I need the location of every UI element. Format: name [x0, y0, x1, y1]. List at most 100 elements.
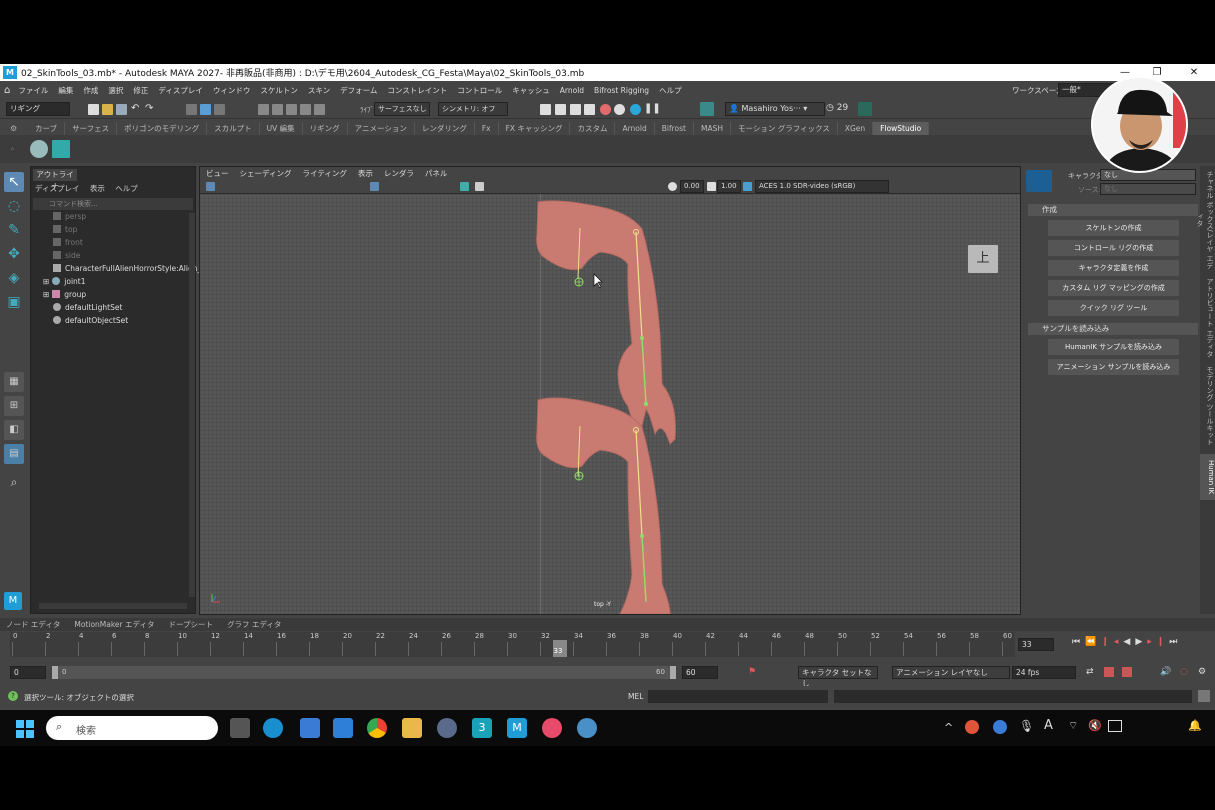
exposure-field[interactable]: 0.00 — [680, 180, 704, 193]
select-tool-icon[interactable]: ↖ — [4, 172, 24, 192]
outliner-item-joint1[interactable]: ⊞ joint1 — [43, 276, 86, 288]
shelf-tab-uv-editing[interactable]: UV 編集 — [260, 122, 303, 135]
viewport-menu-panels[interactable]: パネル — [425, 168, 448, 179]
taskbar-search-box[interactable]: ⌕ 検索 — [46, 716, 218, 740]
render-view-icon[interactable] — [614, 104, 625, 115]
maya-home-icon[interactable]: M — [4, 592, 22, 610]
outliner-item-group[interactable]: ⊞ group — [43, 289, 86, 301]
menu-deform[interactable]: デフォーム — [340, 85, 377, 96]
cache-icon[interactable]: ◌ — [1180, 667, 1188, 677]
range-end-handle[interactable] — [670, 666, 676, 679]
close-button[interactable]: ✕ — [1177, 64, 1211, 81]
outliner-item-persp[interactable]: persp — [53, 211, 86, 223]
shelf-tab-bifrost[interactable]: Bifrost — [655, 122, 694, 135]
windows-start-icon[interactable] — [16, 720, 34, 738]
menu-arnold[interactable]: Arnold — [560, 86, 584, 95]
animation-prefs-icon[interactable]: ⚙ — [1198, 667, 1206, 677]
viewport-canvas[interactable]: 上 top -Y — [200, 194, 1020, 614]
outliner-item-top[interactable]: top — [53, 224, 77, 236]
outliner-menu-show[interactable]: 表示 — [90, 184, 105, 193]
undo-icon[interactable]: ↶ — [131, 104, 142, 115]
flowstudio-character-icon[interactable] — [30, 140, 48, 158]
shelf-tab-fx-caching[interactable]: FX キャッシング — [499, 122, 571, 135]
viewport-menu-renderer[interactable]: レンダラ — [384, 168, 414, 179]
step-back-key-icon[interactable]: ⏪ — [1085, 637, 1101, 647]
create-skeleton-button[interactable]: スケルトンの作成 — [1048, 220, 1179, 236]
render-frame-icon[interactable] — [555, 104, 566, 115]
tab-motionmaker-editor[interactable]: MotionMaker エディタ — [74, 618, 154, 631]
persp-outliner-icon[interactable]: ▤ — [4, 444, 24, 464]
shelf-tab-custom[interactable]: カスタム — [570, 122, 616, 135]
two-view-icon[interactable]: ◧ — [4, 420, 24, 440]
user-account-dropdown[interactable]: 👤 Masahiro Yos··· ▾ — [725, 102, 825, 116]
store-icon[interactable] — [333, 718, 353, 738]
view-cube[interactable]: 上 — [968, 245, 998, 273]
animation-start-field[interactable]: 0 — [10, 666, 46, 679]
save-scene-icon[interactable] — [116, 104, 127, 115]
gamma-field[interactable]: 1.00 — [717, 180, 741, 193]
hypershade-icon[interactable] — [584, 104, 595, 115]
file-explorer-icon[interactable] — [300, 718, 320, 738]
redo-icon[interactable]: ↷ — [145, 104, 156, 115]
modeling-toolkit-icon[interactable] — [700, 102, 714, 116]
snap-point-icon[interactable] — [286, 104, 297, 115]
gamma-icon[interactable] — [707, 182, 716, 191]
settings-icon[interactable] — [577, 718, 597, 738]
color-management-icon[interactable] — [743, 182, 752, 191]
edge-icon[interactable] — [263, 718, 283, 738]
volume-muted-icon[interactable]: 🔇 — [1088, 719, 1102, 732]
tab-dope-sheet[interactable]: ドープシート — [169, 618, 214, 631]
folder-icon[interactable] — [402, 718, 422, 738]
shelf-tab-arnold[interactable]: Arnold — [615, 122, 655, 135]
outliner-item-default-object-set[interactable]: defaultObjectSet — [53, 315, 128, 327]
expand-icon[interactable]: ⊞ — [43, 290, 49, 299]
outliner-horizontal-scrollbar[interactable] — [39, 603, 187, 609]
quick-rig-tool-button[interactable]: クイック リグ ツール — [1048, 300, 1179, 316]
step-back-frame-icon[interactable]: ❙◂ — [1101, 637, 1123, 647]
menu-edit[interactable]: 編集 — [58, 85, 73, 96]
microphone-icon[interactable]: 🎙 — [1019, 719, 1034, 733]
task-view-icon[interactable] — [230, 718, 250, 738]
select-object-icon[interactable] — [200, 104, 211, 115]
character-set-dropdown[interactable]: キャラクタ セットなし — [798, 666, 878, 688]
viewport-menu-view[interactable]: ビュー — [206, 168, 229, 179]
menu-bifrost-rigging[interactable]: Bifrost Rigging — [594, 86, 649, 95]
maya-taskbar-icon[interactable]: M — [507, 718, 527, 738]
pause-icon[interactable]: ❚❚ — [644, 104, 661, 115]
ime-icon[interactable]: A — [1044, 718, 1053, 733]
home-icon[interactable]: ⌂ — [4, 85, 10, 96]
menu-file[interactable]: ファイル — [18, 85, 48, 96]
single-view-icon[interactable]: ▦ — [4, 372, 24, 392]
notification-bell-icon[interactable]: 🔔 — [1188, 719, 1202, 732]
arnold-ipr-icon[interactable] — [630, 104, 641, 115]
load-animation-sample-button[interactable]: アニメーション サンプルを読み込み — [1048, 359, 1179, 375]
render-settings-icon[interactable] — [540, 104, 551, 115]
shelf-tab-surfaces[interactable]: サーフェス — [65, 122, 118, 135]
play-backward-icon[interactable]: ◀ — [1123, 637, 1135, 647]
outliner-item-side[interactable]: side — [53, 250, 80, 262]
command-language-label[interactable]: MEL — [628, 692, 643, 701]
snap-curve-icon[interactable] — [272, 104, 283, 115]
smooth-shade-icon[interactable] — [475, 182, 484, 191]
new-scene-icon[interactable] — [88, 104, 99, 115]
menu-skin[interactable]: スキン — [308, 85, 330, 96]
shelf-tab-mash[interactable]: MASH — [694, 122, 731, 135]
tab-node-editor[interactable]: ノード エディタ — [6, 618, 60, 631]
side-tab-humanik[interactable]: Human IK — [1200, 454, 1215, 500]
menu-display[interactable]: ディスプレイ — [158, 85, 202, 96]
outliner-item-character[interactable]: CharacterFullAlienHorrorStyle:Alien_ — [53, 263, 201, 275]
rotate-tool-icon[interactable]: ◈ — [4, 268, 24, 288]
app-avatar-icon[interactable] — [437, 718, 457, 738]
shelf-tab-fx[interactable]: Fx — [475, 122, 499, 135]
go-to-start-icon[interactable]: ⏮ — [1072, 637, 1085, 647]
exposure-icon[interactable] — [668, 182, 677, 191]
menu-modify[interactable]: 修正 — [133, 85, 148, 96]
script-editor-icon[interactable] — [1198, 690, 1210, 702]
shelf-tab-motion-graphics[interactable]: モーション グラフィックス — [731, 122, 838, 135]
menuset-dropdown[interactable]: リギング — [6, 102, 70, 116]
shelf-tab-xgen[interactable]: XGen — [838, 122, 874, 135]
shelf-tab-rendering[interactable]: レンダリング — [415, 122, 475, 135]
menu-control[interactable]: コントロール — [457, 85, 502, 96]
outliner-item-default-light-set[interactable]: defaultLightSet — [53, 302, 122, 314]
magnifier-icon[interactable]: ⌕ — [4, 472, 24, 492]
